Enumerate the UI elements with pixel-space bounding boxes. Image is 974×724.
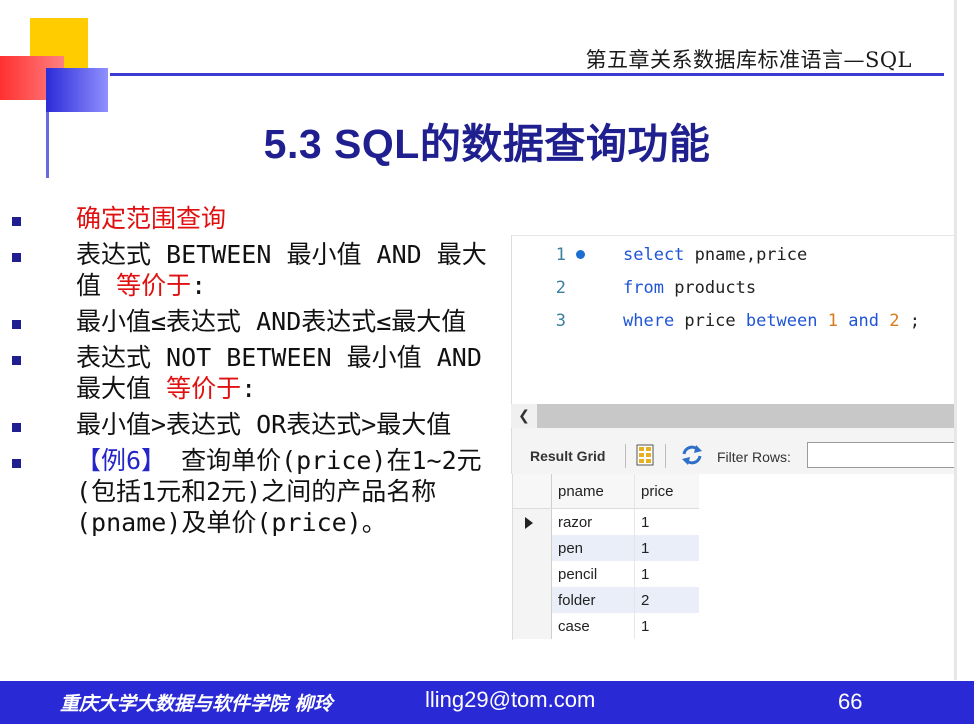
refresh-icon[interactable] bbox=[679, 443, 705, 467]
table-header-row: pname price bbox=[513, 474, 699, 509]
code-text: where price between 1 and 2 ; bbox=[623, 311, 920, 331]
bullet-text: : bbox=[241, 374, 257, 403]
example-label: 【例6】 bbox=[76, 446, 167, 475]
table-cell[interactable]: pencil bbox=[551, 561, 635, 587]
row-selector[interactable] bbox=[513, 561, 552, 587]
line-number: 3 bbox=[555, 311, 566, 331]
grid-view-icon[interactable] bbox=[636, 444, 654, 466]
code-text: select pname,price bbox=[623, 245, 808, 265]
row-selector[interactable] bbox=[513, 508, 552, 535]
row-selector[interactable] bbox=[513, 587, 552, 613]
toolbar-divider bbox=[625, 444, 626, 468]
row-header-corner bbox=[513, 474, 552, 509]
bullet-highlight: 等价于 bbox=[166, 374, 242, 403]
table-row[interactable]: razor 1 bbox=[513, 508, 700, 536]
code-line: 3 where price between 1 and 2 ; bbox=[512, 308, 955, 334]
bullet-item: 最小值≤表达式 AND表达式≤最大值 bbox=[8, 306, 508, 337]
line-number: 2 bbox=[555, 278, 566, 298]
code-line: 2 from products bbox=[512, 275, 955, 301]
table-cell[interactable]: pen bbox=[551, 535, 635, 561]
table-cell[interactable]: 1 bbox=[634, 535, 699, 561]
table-cell[interactable]: 1 bbox=[635, 561, 700, 587]
bullet-highlight: 等价于 bbox=[116, 271, 192, 300]
filter-rows-input[interactable] bbox=[807, 442, 957, 468]
bullet-list: 确定范围查询 表达式 BETWEEN 最小值 AND 最大值 等价于: 最小值≤… bbox=[8, 203, 508, 543]
header-divider bbox=[110, 73, 944, 76]
row-selector[interactable] bbox=[513, 535, 552, 561]
bullet-text: 表达式 NOT BETWEEN 最小值 AND 最大值 bbox=[76, 343, 482, 403]
row-selector[interactable] bbox=[513, 613, 552, 639]
table-cell[interactable]: 1 bbox=[635, 613, 700, 639]
slide-title: 5.3 SQL的数据查询功能 bbox=[263, 121, 711, 167]
bullet-text: 最小值≤表达式 AND表达式≤最大值 bbox=[76, 307, 467, 336]
table-row[interactable]: case 1 bbox=[513, 613, 699, 639]
table-row[interactable]: pencil 1 bbox=[513, 561, 699, 587]
horizontal-scrollbar[interactable] bbox=[511, 404, 954, 428]
bullet-text: : bbox=[191, 271, 207, 300]
scroll-left-icon[interactable]: ❮ bbox=[511, 404, 537, 428]
bullet-item: 表达式 BETWEEN 最小值 AND 最大值 等价于: bbox=[8, 239, 508, 301]
bullet-item: 【例6】 查询单价(price)在1~2元(包括1元和2元)之间的产品名称(pn… bbox=[8, 445, 508, 538]
result-toolbar: Result Grid Filter Rows: bbox=[511, 428, 957, 474]
line-number: 1 bbox=[555, 245, 566, 265]
sql-editor[interactable]: 1 select pname,price 2 from products 3 w… bbox=[511, 235, 955, 406]
current-row-icon bbox=[525, 517, 533, 529]
bullet-item: 确定范围查询 bbox=[8, 203, 508, 234]
bullet-marker bbox=[12, 423, 21, 432]
table-row[interactable]: pen 1 bbox=[513, 535, 699, 561]
bullet-item: 最小值>表达式 OR表达式>最大值 bbox=[8, 409, 508, 440]
bullet-marker bbox=[12, 253, 21, 262]
bullet-marker bbox=[12, 217, 21, 226]
footer-author: 重庆大学大数据与软件学院 柳玲 bbox=[60, 693, 333, 715]
table-cell[interactable]: 2 bbox=[634, 587, 699, 613]
column-header-price[interactable]: price bbox=[634, 474, 699, 509]
footer-bar: 重庆大学大数据与软件学院 柳玲 lling29@tom.com 66 bbox=[0, 681, 974, 724]
bullet-marker bbox=[12, 320, 21, 329]
table-cell[interactable]: 1 bbox=[635, 509, 700, 536]
execution-marker-icon bbox=[576, 250, 585, 259]
bullet-marker bbox=[12, 459, 21, 468]
bullet-marker bbox=[12, 356, 21, 365]
result-grid-tab[interactable]: Result Grid bbox=[530, 448, 605, 464]
table-cell[interactable]: razor bbox=[551, 508, 635, 535]
column-header-pname[interactable]: pname bbox=[551, 474, 635, 509]
table-row[interactable]: folder 2 bbox=[513, 587, 699, 613]
bullet-item: 表达式 NOT BETWEEN 最小值 AND 最大值 等价于: bbox=[8, 342, 508, 404]
filter-rows-label: Filter Rows: bbox=[717, 449, 791, 465]
result-table: pname price razor 1 pen 1 pencil 1 folde… bbox=[513, 474, 699, 639]
bullet-text: 最小值>表达式 OR表达式>最大值 bbox=[76, 410, 452, 439]
table-cell[interactable]: folder bbox=[551, 587, 635, 613]
slide-edge bbox=[954, 0, 957, 680]
footer-email: lling29@tom.com bbox=[425, 687, 596, 712]
result-grid[interactable]: pname price razor 1 pen 1 pencil 1 folde… bbox=[512, 474, 955, 640]
chapter-header: 第五章关系数据库标准语言—SQL bbox=[585, 48, 912, 72]
table-cell[interactable]: case bbox=[551, 613, 635, 639]
code-text: from products bbox=[623, 278, 757, 298]
code-line: 1 select pname,price bbox=[512, 242, 955, 268]
page-number: 66 bbox=[838, 689, 863, 714]
toolbar-divider bbox=[665, 444, 666, 468]
bullet-text: 确定范围查询 bbox=[76, 204, 227, 233]
